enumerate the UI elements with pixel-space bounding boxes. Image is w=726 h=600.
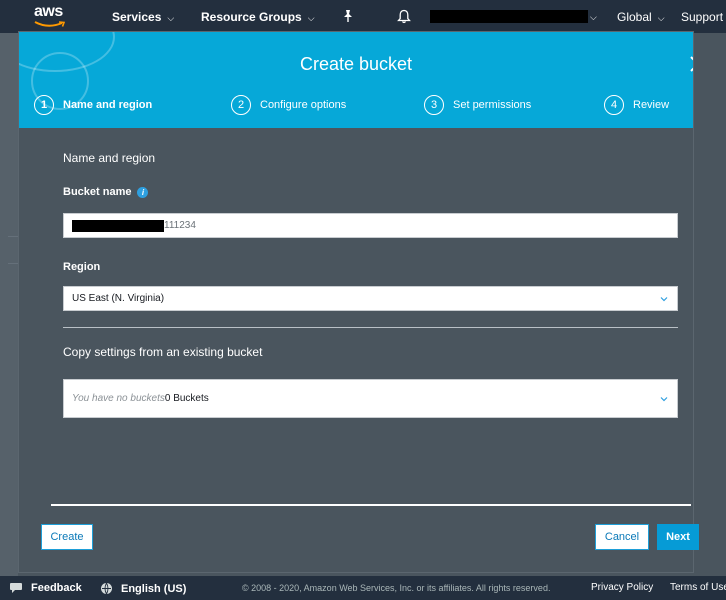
step-number: 3	[424, 95, 444, 115]
bucket-count: 0 Buckets	[164, 393, 209, 404]
bucket-name-value: 111234	[164, 220, 196, 231]
copy-settings-title: Copy settings from an existing bucket	[63, 345, 263, 359]
create-bucket-dialog: Create bucket 1 Name and region 2 Config…	[18, 31, 699, 573]
terms-of-use-link[interactable]: Terms of Use	[670, 582, 726, 593]
support-menu[interactable]: Support	[681, 10, 723, 24]
close-button[interactable]	[688, 54, 693, 74]
copy-settings-select[interactable]: You have no buckets 0 Buckets	[63, 379, 678, 418]
divider	[8, 263, 18, 264]
divider	[8, 236, 18, 237]
wizard-steps: 1 Name and region 2 Configure options 3 …	[19, 94, 693, 118]
dialog-header: Create bucket 1 Name and region 2 Config…	[19, 32, 693, 128]
feedback-link[interactable]: Feedback	[9, 582, 82, 594]
resource-groups-menu[interactable]: Resource Groups ⌵	[201, 10, 315, 24]
step-label: Set permissions	[453, 99, 532, 111]
chevron-down-icon	[660, 296, 668, 301]
language-selector[interactable]: English (US)	[100, 582, 186, 595]
background-page-edge	[0, 33, 18, 576]
region-menu[interactable]: Global ⌵	[617, 10, 665, 24]
top-navigation-bar: aws Services ⌵ Resource Groups ⌵ ⌵ Global ⌵…	[0, 0, 726, 33]
resource-groups-label: Resource Groups	[201, 10, 302, 24]
globe-icon	[101, 582, 112, 595]
step-number: 1	[34, 95, 54, 115]
feedback-label: Feedback	[31, 582, 82, 594]
step-name-and-region[interactable]: 1 Name and region	[34, 94, 152, 116]
region-select[interactable]: US East (N. Virginia)	[63, 286, 678, 311]
step-number: 2	[231, 95, 251, 115]
speech-bubble-icon	[10, 583, 22, 593]
close-icon	[690, 56, 693, 72]
account-menu-redacted[interactable]	[430, 10, 588, 23]
global-label: Global	[617, 10, 652, 24]
bucket-name-label-text: Bucket name	[63, 186, 132, 198]
language-label: English (US)	[121, 582, 187, 595]
step-configure-options[interactable]: 2 Configure options	[231, 94, 346, 116]
dialog-title: Create bucket	[299, 54, 413, 74]
cancel-button[interactable]: Cancel	[595, 524, 649, 550]
chevron-down-icon	[660, 396, 668, 401]
chevron-down-icon: ⌵	[307, 13, 315, 23]
privacy-policy-link[interactable]: Privacy Policy	[591, 582, 653, 593]
step-label: Review	[633, 99, 670, 111]
region-label: Region	[63, 261, 101, 273]
create-button[interactable]: Create	[41, 524, 93, 550]
chevron-down-icon: ⌵	[167, 13, 175, 23]
support-label: Support	[681, 10, 724, 24]
bucket-name-label: Bucket name i	[63, 186, 149, 198]
aws-smile-icon	[34, 21, 66, 27]
copyright-text: © 2008 - 2020, Amazon Web Services, Inc.…	[242, 583, 551, 593]
step-number: 4	[604, 95, 624, 115]
chevron-down-icon: ⌵	[590, 12, 597, 22]
info-icon[interactable]: i	[137, 187, 149, 198]
redacted-text	[72, 219, 164, 232]
pushpin-icon[interactable]	[341, 9, 355, 23]
copy-settings-placeholder: You have no buckets	[72, 393, 165, 404]
step-label: Name and region	[63, 99, 153, 111]
chevron-down-icon: ⌵	[657, 13, 665, 23]
aws-logo-text: aws	[34, 3, 63, 20]
bell-icon[interactable]	[397, 9, 411, 24]
aws-logo[interactable]: aws	[34, 4, 74, 30]
console-footer: Feedback English (US) © 2008 - 2020, Ama…	[0, 576, 726, 600]
services-label: Services	[112, 10, 162, 24]
section-title-name-and-region: Name and region	[63, 151, 156, 165]
next-button[interactable]: Next	[657, 524, 699, 550]
step-review[interactable]: 4 Review	[604, 94, 669, 116]
bucket-name-input[interactable]: 111234	[63, 213, 678, 238]
region-value: US East (N. Virginia)	[72, 293, 165, 304]
step-set-permissions[interactable]: 3 Set permissions	[424, 94, 531, 116]
section-divider	[63, 327, 678, 328]
dialog-footer-divider	[51, 504, 691, 506]
step-label: Configure options	[260, 99, 347, 111]
services-menu[interactable]: Services ⌵	[112, 10, 174, 24]
